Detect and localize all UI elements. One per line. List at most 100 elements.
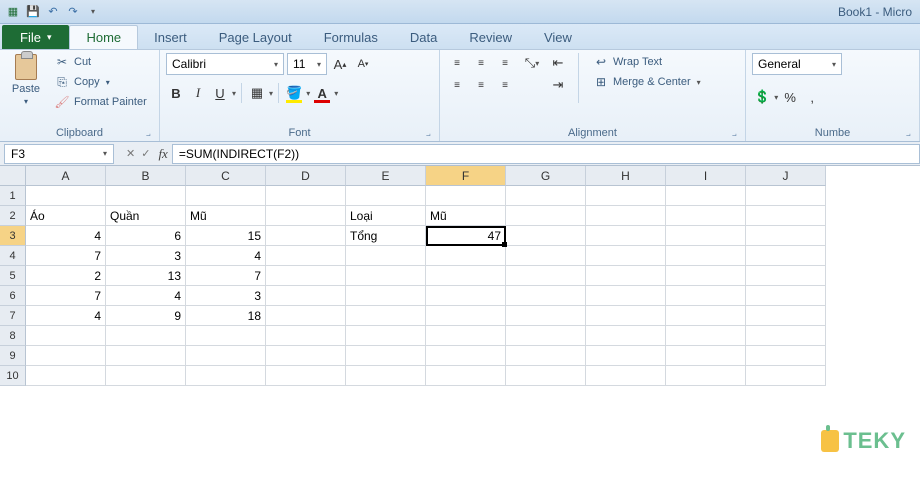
cell-I7[interactable] <box>666 306 746 326</box>
row-header-6[interactable]: 6 <box>0 286 26 306</box>
cell-E8[interactable] <box>346 326 426 346</box>
cell-J9[interactable] <box>746 346 826 366</box>
cell-F7[interactable] <box>426 306 506 326</box>
cell-H9[interactable] <box>586 346 666 366</box>
tab-review[interactable]: Review <box>453 25 528 49</box>
cell-G3[interactable] <box>506 226 586 246</box>
cell-E4[interactable] <box>346 246 426 266</box>
cell-D7[interactable] <box>266 306 346 326</box>
tab-data[interactable]: Data <box>394 25 453 49</box>
cell-I2[interactable] <box>666 206 746 226</box>
column-header-E[interactable]: E <box>346 166 426 186</box>
cell-D2[interactable] <box>266 206 346 226</box>
name-box[interactable]: F3▾ <box>4 144 114 164</box>
cell-B7[interactable]: 9 <box>106 306 186 326</box>
formula-input[interactable]: =SUM(INDIRECT(F2)) <box>172 144 920 164</box>
align-bottom-button[interactable]: ≡ <box>494 53 516 73</box>
align-right-button[interactable]: ≡ <box>494 75 516 95</box>
align-left-button[interactable]: ≡ <box>446 75 468 95</box>
row-header-3[interactable]: 3 <box>0 226 26 246</box>
copy-button[interactable]: ⎘Copy▾ <box>50 73 151 91</box>
bold-button[interactable]: B <box>166 83 186 103</box>
cell-I3[interactable] <box>666 226 746 246</box>
cut-button[interactable]: ✂Cut <box>50 53 151 71</box>
cell-H4[interactable] <box>586 246 666 266</box>
font-size-select[interactable]: 11▾ <box>287 53 327 75</box>
cell-A8[interactable] <box>26 326 106 346</box>
cell-I6[interactable] <box>666 286 746 306</box>
cell-E6[interactable] <box>346 286 426 306</box>
shrink-font-button[interactable]: A▾ <box>353 54 373 74</box>
cell-H8[interactable] <box>586 326 666 346</box>
number-format-select[interactable]: General▾ <box>752 53 842 75</box>
cell-C6[interactable]: 3 <box>186 286 266 306</box>
underline-button[interactable]: U <box>210 83 230 103</box>
cell-C2[interactable]: Mũ <box>186 206 266 226</box>
cell-H6[interactable] <box>586 286 666 306</box>
cell-C7[interactable]: 18 <box>186 306 266 326</box>
cell-B1[interactable] <box>106 186 186 206</box>
cell-G9[interactable] <box>506 346 586 366</box>
cell-E5[interactable] <box>346 266 426 286</box>
cell-D5[interactable] <box>266 266 346 286</box>
accept-formula-icon[interactable]: ✓ <box>141 147 150 160</box>
cell-I8[interactable] <box>666 326 746 346</box>
cell-C9[interactable] <box>186 346 266 366</box>
cell-J5[interactable] <box>746 266 826 286</box>
cell-B3[interactable]: 6 <box>106 226 186 246</box>
cell-F9[interactable] <box>426 346 506 366</box>
cell-G7[interactable] <box>506 306 586 326</box>
cell-D8[interactable] <box>266 326 346 346</box>
row-header-2[interactable]: 2 <box>0 206 26 226</box>
fill-color-button[interactable]: 🪣 <box>284 83 304 103</box>
cell-C4[interactable]: 4 <box>186 246 266 266</box>
cell-D4[interactable] <box>266 246 346 266</box>
tab-insert[interactable]: Insert <box>138 25 203 49</box>
cell-A5[interactable]: 2 <box>26 266 106 286</box>
tab-file[interactable]: File <box>2 25 69 49</box>
column-header-D[interactable]: D <box>266 166 346 186</box>
cell-J10[interactable] <box>746 366 826 386</box>
row-header-5[interactable]: 5 <box>0 266 26 286</box>
column-header-J[interactable]: J <box>746 166 826 186</box>
cell-B2[interactable]: Quần <box>106 206 186 226</box>
column-header-A[interactable]: A <box>26 166 106 186</box>
orientation-button[interactable]: ⤡▾ <box>522 53 542 73</box>
cell-C1[interactable] <box>186 186 266 206</box>
cell-F8[interactable] <box>426 326 506 346</box>
cell-G1[interactable] <box>506 186 586 206</box>
cell-H3[interactable] <box>586 226 666 246</box>
column-header-H[interactable]: H <box>586 166 666 186</box>
undo-icon[interactable]: ↶ <box>44 3 62 21</box>
cell-G10[interactable] <box>506 366 586 386</box>
decrease-indent-button[interactable]: ⇤ <box>548 53 568 73</box>
cell-J7[interactable] <box>746 306 826 326</box>
fx-icon[interactable]: fx <box>158 146 167 162</box>
cell-J6[interactable] <box>746 286 826 306</box>
cell-F1[interactable] <box>426 186 506 206</box>
cell-G6[interactable] <box>506 286 586 306</box>
cell-I1[interactable] <box>666 186 746 206</box>
select-all-corner[interactable] <box>0 166 26 186</box>
cell-E1[interactable] <box>346 186 426 206</box>
cell-D1[interactable] <box>266 186 346 206</box>
cell-G8[interactable] <box>506 326 586 346</box>
align-middle-button[interactable]: ≡ <box>470 53 492 73</box>
font-color-button[interactable]: A <box>312 83 332 103</box>
cell-I9[interactable] <box>666 346 746 366</box>
cell-A6[interactable]: 7 <box>26 286 106 306</box>
cell-B5[interactable]: 13 <box>106 266 186 286</box>
cell-E7[interactable] <box>346 306 426 326</box>
save-icon[interactable]: 💾 <box>24 3 42 21</box>
qat-more-icon[interactable]: ▾ <box>84 3 102 21</box>
align-top-button[interactable]: ≡ <box>446 53 468 73</box>
cell-A2[interactable]: Áo <box>26 206 106 226</box>
wrap-text-button[interactable]: ↩Wrap Text <box>589 53 705 71</box>
tab-home[interactable]: Home <box>69 25 138 49</box>
cell-J4[interactable] <box>746 246 826 266</box>
italic-button[interactable]: I <box>188 83 208 103</box>
cell-I5[interactable] <box>666 266 746 286</box>
cell-F10[interactable] <box>426 366 506 386</box>
cell-F5[interactable] <box>426 266 506 286</box>
cell-B6[interactable]: 4 <box>106 286 186 306</box>
